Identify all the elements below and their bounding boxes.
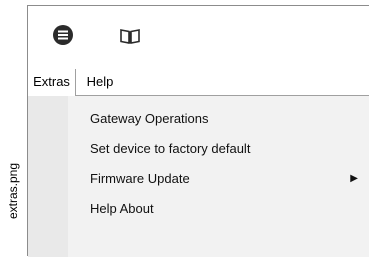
app-window: Extras Help Gateway Operations Set devic…: [27, 5, 369, 257]
toolbar: [28, 6, 369, 64]
hamburger-menu-icon[interactable]: [52, 24, 74, 46]
submenu-arrow-icon: ▶: [350, 173, 358, 184]
menu-item-label: Firmware Update: [90, 171, 190, 186]
menu-item-firmware-update[interactable]: Firmware Update ▶: [68, 164, 369, 194]
menu-item-factory-default[interactable]: Set device to factory default: [68, 134, 369, 164]
extras-dropdown-menu: Gateway Operations Set device to factory…: [28, 96, 369, 257]
file-caption-text: extras.png: [6, 162, 21, 220]
menu-bar: Extras Help: [28, 69, 369, 97]
menu-item-label: Gateway Operations: [90, 111, 209, 126]
menu-item-label: Help About: [90, 201, 154, 216]
menu-item-label: Set device to factory default: [90, 141, 251, 156]
menu-icon-gutter: [28, 96, 68, 257]
book-icon[interactable]: [119, 27, 141, 45]
menu-help[interactable]: Help: [76, 69, 124, 96]
menu-item-help-about[interactable]: Help About: [68, 194, 369, 224]
menu-extras[interactable]: Extras: [28, 69, 76, 97]
menu-item-gateway-operations[interactable]: Gateway Operations: [68, 104, 369, 134]
file-caption: extras.png: [2, 126, 24, 256]
